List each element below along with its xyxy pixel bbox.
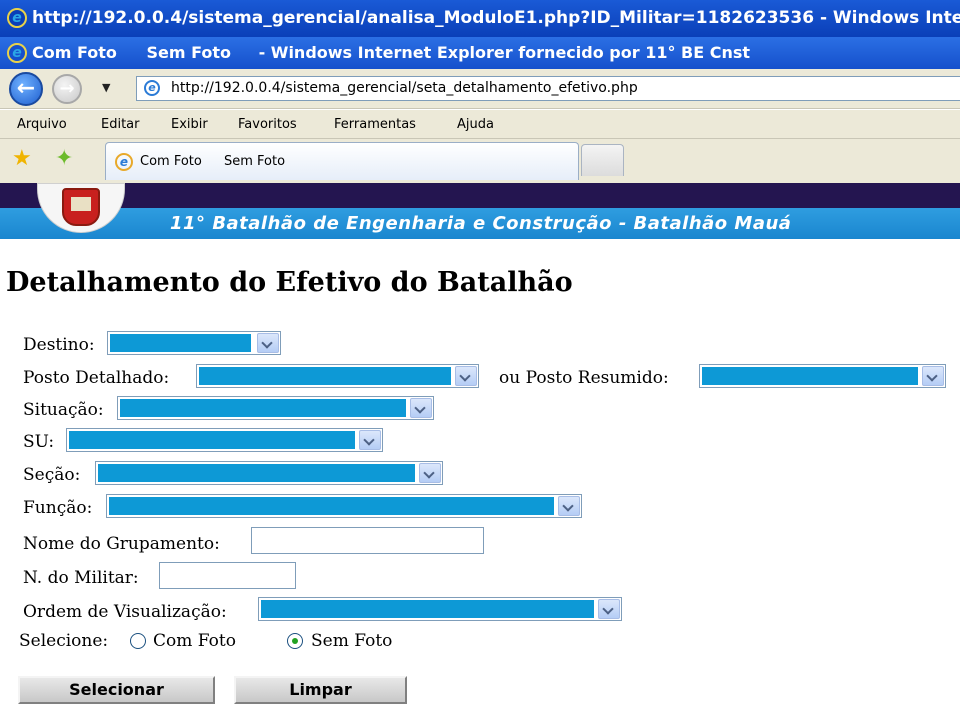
back-button[interactable]: ←: [9, 72, 43, 106]
menu-editar[interactable]: Editar: [101, 110, 140, 138]
page-icon: e: [144, 80, 160, 96]
limpar-button[interactable]: Limpar: [234, 676, 407, 704]
secao-select[interactable]: [95, 461, 443, 485]
menu-arquivo[interactable]: Arquivo: [17, 110, 67, 138]
window-subtitle-bar: e Com Foto Sem Foto - Windows Internet E…: [0, 37, 960, 69]
posto-resumido-select[interactable]: [699, 364, 946, 388]
select-value: [98, 464, 415, 482]
site-banner: 11° Batalhão de Engenharia e Construção …: [0, 208, 960, 239]
radio-sem-foto[interactable]: [287, 633, 303, 649]
banner-top-strip: [0, 183, 960, 208]
select-value: [261, 600, 594, 618]
tab-com-foto: Com Foto: [140, 154, 202, 169]
destino-select[interactable]: [107, 331, 281, 355]
destino-label: Destino:: [23, 335, 95, 355]
add-favorite-icon[interactable]: ✦: [55, 146, 73, 171]
selecione-label: Selecione:: [19, 631, 109, 651]
n-militar-label: N. do Militar:: [23, 568, 139, 588]
window-titlebar: e http://192.0.0.4/sistema_gerencial/ana…: [0, 0, 960, 37]
posto-detalhado-label: Posto Detalhado:: [23, 368, 170, 388]
nome-grupamento-label: Nome do Grupamento:: [23, 534, 220, 554]
menu-exibir[interactable]: Exibir: [171, 110, 208, 138]
posto-detalhado-select[interactable]: [196, 364, 479, 388]
address-toolbar: ← → ▼ e http://192.0.0.4/sistema_gerenci…: [0, 69, 960, 109]
subtitle-rest: - Windows Internet Explorer fornecido po…: [258, 43, 751, 62]
ordem-label: Ordem de Visualização:: [23, 602, 227, 622]
select-value: [109, 497, 554, 515]
subtitle-sem-foto: Sem Foto: [146, 43, 231, 62]
menu-ferramentas[interactable]: Ferramentas: [334, 110, 416, 138]
favorites-star-icon[interactable]: ★: [12, 146, 32, 171]
select-value: [120, 399, 406, 417]
tab-active[interactable]: e Com Foto Sem Foto: [105, 142, 579, 180]
chevron-down-icon[interactable]: [410, 398, 432, 418]
secao-label: Seção:: [23, 465, 81, 485]
select-value: [199, 367, 451, 385]
radio-sem-foto-label[interactable]: Sem Foto: [311, 631, 392, 651]
select-value: [69, 431, 355, 449]
radio-com-foto[interactable]: [130, 633, 146, 649]
address-input[interactable]: e http://192.0.0.4/sistema_gerencial/set…: [136, 76, 960, 101]
window-title: http://192.0.0.4/sistema_gerencial/anali…: [32, 8, 960, 28]
chevron-down-icon[interactable]: [455, 366, 477, 386]
chevron-down-icon[interactable]: [419, 463, 441, 483]
history-dropdown-icon[interactable]: ▼: [102, 81, 110, 94]
url-text: http://192.0.0.4/sistema_gerencial/seta_…: [171, 80, 638, 96]
funcao-label: Função:: [23, 498, 93, 518]
crest-emblem-icon: [62, 188, 100, 226]
select-value: [110, 334, 251, 352]
chevron-down-icon[interactable]: [558, 496, 580, 516]
n-militar-input[interactable]: [159, 562, 296, 589]
su-label: SU:: [23, 432, 55, 452]
radio-com-foto-label[interactable]: Com Foto: [153, 631, 236, 651]
subtitle-com-foto: Com Foto: [32, 43, 117, 62]
chevron-down-icon[interactable]: [257, 333, 279, 353]
banner-text: 11° Batalhão de Engenharia e Construção …: [170, 213, 792, 234]
page-title: Detalhamento do Efetivo do Batalhão: [6, 267, 573, 298]
chevron-down-icon[interactable]: [922, 366, 944, 386]
situacao-select[interactable]: [117, 396, 434, 420]
selecionar-button[interactable]: Selecionar: [18, 676, 215, 704]
new-tab-button[interactable]: [581, 144, 624, 176]
ie-logo-icon: e: [7, 43, 27, 63]
chevron-down-icon[interactable]: [598, 599, 620, 619]
nome-grupamento-input[interactable]: [251, 527, 484, 554]
menu-favoritos[interactable]: Favoritos: [238, 110, 297, 138]
ordem-select[interactable]: [258, 597, 622, 621]
menu-bar: Arquivo Editar Exibir Favoritos Ferramen…: [0, 110, 960, 139]
su-select[interactable]: [66, 428, 383, 452]
tabs-bar: ★ ✦ e Com Foto Sem Foto: [0, 139, 960, 183]
forward-button[interactable]: →: [52, 74, 82, 104]
chevron-down-icon[interactable]: [359, 430, 381, 450]
tab-sem-foto: Sem Foto: [224, 154, 286, 169]
select-value: [702, 367, 918, 385]
ie-logo-icon: e: [7, 8, 27, 28]
tab-page-icon: e: [115, 153, 133, 171]
menu-ajuda[interactable]: Ajuda: [457, 110, 494, 138]
funcao-select[interactable]: [106, 494, 582, 518]
posto-resumido-label: ou Posto Resumido:: [499, 368, 669, 388]
situacao-label: Situação:: [23, 400, 104, 420]
